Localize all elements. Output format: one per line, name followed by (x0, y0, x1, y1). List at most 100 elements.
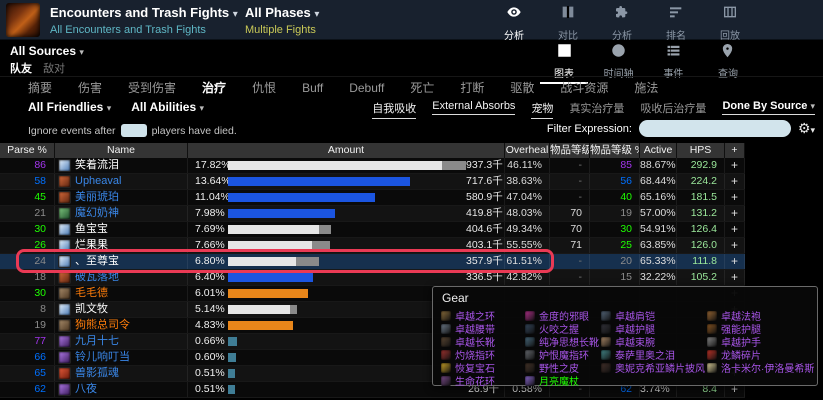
tab-受到伤害[interactable]: 受到伤害 (128, 79, 176, 96)
amount-cell: 7.66%403.1千 (188, 238, 505, 253)
tab-打断[interactable]: 打断 (460, 79, 484, 96)
table-row[interactable]: 86笑着流泪17.82%937.3千46.11%-8588.67%292.9+ (0, 158, 745, 174)
player-name-cell[interactable]: 魔幻奶神 (55, 206, 188, 221)
expand-button[interactable]: + (725, 174, 745, 189)
expand-button[interactable]: + (725, 254, 745, 269)
player-name-cell[interactable]: 破瓦落地 (55, 270, 188, 285)
tab-仇恨[interactable]: 仇恨 (252, 79, 276, 96)
phase-selector[interactable]: All Phases ▾ Multiple Fights (245, 5, 319, 37)
player-name-cell[interactable]: 、至尊宝 (55, 254, 188, 269)
column-header[interactable]: 物品等级 % (590, 143, 640, 158)
expand-button[interactable]: + (725, 158, 745, 173)
player-name: Upheaval (75, 174, 121, 189)
toggle-真实治疗量[interactable]: 真实治疗量 (569, 100, 624, 118)
done-by-source-dropdown[interactable]: Done By Source ▾ (722, 100, 815, 115)
column-header[interactable]: HPS (677, 143, 725, 158)
amount-bar (228, 305, 466, 314)
toggle-宠物[interactable]: 宠物 (531, 100, 553, 119)
player-name-cell[interactable]: 凯文牧 (55, 302, 188, 317)
table-row[interactable]: 58Upheaval13.64%717.6千38.63%-5668.44%224… (0, 174, 745, 190)
active-percent: 54.91% (640, 222, 677, 237)
hps-value: 224.2 (677, 174, 725, 189)
enemy-toggle[interactable]: 敌对 (43, 63, 65, 75)
priest-icon (58, 303, 71, 316)
player-name-cell[interactable]: 九月十七 (55, 334, 188, 349)
player-name-cell[interactable]: 笑着流泪 (55, 158, 188, 173)
eye-icon (506, 4, 522, 25)
expand-button[interactable]: + (725, 190, 745, 205)
shaman-icon (58, 207, 71, 220)
player-name: 、至尊宝 (75, 254, 119, 269)
gear-item-icon (601, 337, 611, 347)
column-header[interactable]: Parse % (0, 143, 55, 158)
player-name-cell[interactable]: 兽影孤魂 (55, 366, 188, 381)
tab-驱散[interactable]: 驱散 (510, 79, 534, 96)
ignore-events-label: Ignore events after (28, 125, 116, 137)
priest-icon (58, 159, 71, 172)
amount-percent: 17.82% (188, 158, 228, 173)
amount-value: 336.5千 (466, 270, 505, 285)
table-row[interactable]: 30鱼宝宝7.69%404.6千49.34%703054.91%126.4+ (0, 222, 745, 238)
column-header[interactable]: Name (55, 143, 188, 158)
expand-button[interactable]: + (725, 270, 745, 285)
table-row[interactable]: 45美丽琥珀11.04%580.9千47.04%-4065.16%181.5+ (0, 190, 745, 206)
clock-icon (611, 43, 626, 63)
column-header[interactable]: + (725, 143, 745, 158)
table-row[interactable]: 18破瓦落地6.40%336.5千42.82%-1532.22%105.2+ (0, 270, 745, 286)
player-name-cell[interactable]: 八夜 (55, 382, 188, 397)
toggle-External Absorbs[interactable]: External Absorbs (432, 100, 515, 115)
expand-button[interactable]: + (725, 206, 745, 221)
parse-percent: 62 (0, 382, 55, 397)
column-header[interactable]: Active (640, 143, 677, 158)
player-name-cell[interactable]: 鱼宝宝 (55, 222, 188, 237)
item-level-percent: 20 (590, 254, 640, 269)
column-header[interactable]: Amount (188, 143, 505, 158)
tab-死亡[interactable]: 死亡 (410, 79, 434, 96)
friendly-toggle[interactable]: 队友 (10, 63, 32, 75)
hps-value: 105.2 (677, 270, 725, 285)
table-row[interactable]: 21魔幻奶神7.98%419.8千48.03%701957.00%131.2+ (0, 206, 745, 222)
player-name-cell[interactable]: Upheaval (55, 174, 188, 189)
grid-icon (557, 43, 572, 63)
column-header[interactable]: Overheal (505, 143, 550, 158)
all-friendlies-dropdown[interactable]: All Friendlies ▾ (28, 100, 111, 114)
amount-bar (228, 209, 466, 218)
gear-item-icon (525, 337, 535, 347)
player-name-cell[interactable]: 狗熊总司令 (55, 318, 188, 333)
expand-button[interactable]: + (725, 222, 745, 237)
tab-Debuff[interactable]: Debuff (349, 81, 384, 95)
table-row[interactable]: 24、至尊宝6.80%357.9千61.51%-2065.33%111.8+ (0, 254, 745, 270)
settings-gear-icon[interactable]: ⚙▾ (798, 120, 815, 137)
item-level-value: - (550, 190, 590, 205)
parse-percent: 86 (0, 158, 55, 173)
top-header-bar: Encounters and Trash Fights ▾ All Encoun… (0, 0, 823, 40)
amount-cell: 11.04%580.9千 (188, 190, 505, 205)
amount-cell: 17.82%937.3千 (188, 158, 505, 173)
expand-button[interactable]: + (725, 238, 745, 253)
filter-expression-input[interactable] (639, 120, 791, 137)
deaths-count-input[interactable] (121, 124, 147, 137)
zone-thumbnail[interactable] (6, 3, 40, 37)
table-row[interactable]: 26烂果果7.66%403.1千55.55%712563.85%126.0+ (0, 238, 745, 254)
tab-Buff[interactable]: Buff (302, 81, 323, 95)
item-level-value: 70 (550, 222, 590, 237)
tab-战斗资源[interactable]: 战斗资源 (560, 79, 608, 96)
hps-value: 181.5 (677, 190, 725, 205)
tab-摘要[interactable]: 摘要 (28, 79, 52, 96)
player-name-cell[interactable]: 美丽琥珀 (55, 190, 188, 205)
toggle-吸收后治疗量[interactable]: 吸收后治疗量 (640, 100, 706, 118)
parse-percent: 30 (0, 286, 55, 301)
player-name-cell[interactable]: 铃儿响叮当 (55, 350, 188, 365)
player-name-cell[interactable]: 毛毛德 (55, 286, 188, 301)
encounter-selector[interactable]: Encounters and Trash Fights ▾ All Encoun… (50, 5, 238, 37)
tab-治疗[interactable]: 治疗 (202, 79, 226, 96)
player-name-cell[interactable]: 烂果果 (55, 238, 188, 253)
column-header[interactable]: 物品等级 (550, 143, 590, 158)
parse-percent: 26 (0, 238, 55, 253)
tab-施法[interactable]: 施法 (634, 79, 658, 96)
toggle-自我吸收[interactable]: 自我吸收 (372, 100, 416, 119)
all-abilities-dropdown[interactable]: All Abilities ▾ (131, 100, 204, 114)
all-sources-dropdown[interactable]: All Sources ▾ (10, 44, 84, 58)
tab-伤害[interactable]: 伤害 (78, 79, 102, 96)
item-level-percent: 85 (590, 158, 640, 173)
